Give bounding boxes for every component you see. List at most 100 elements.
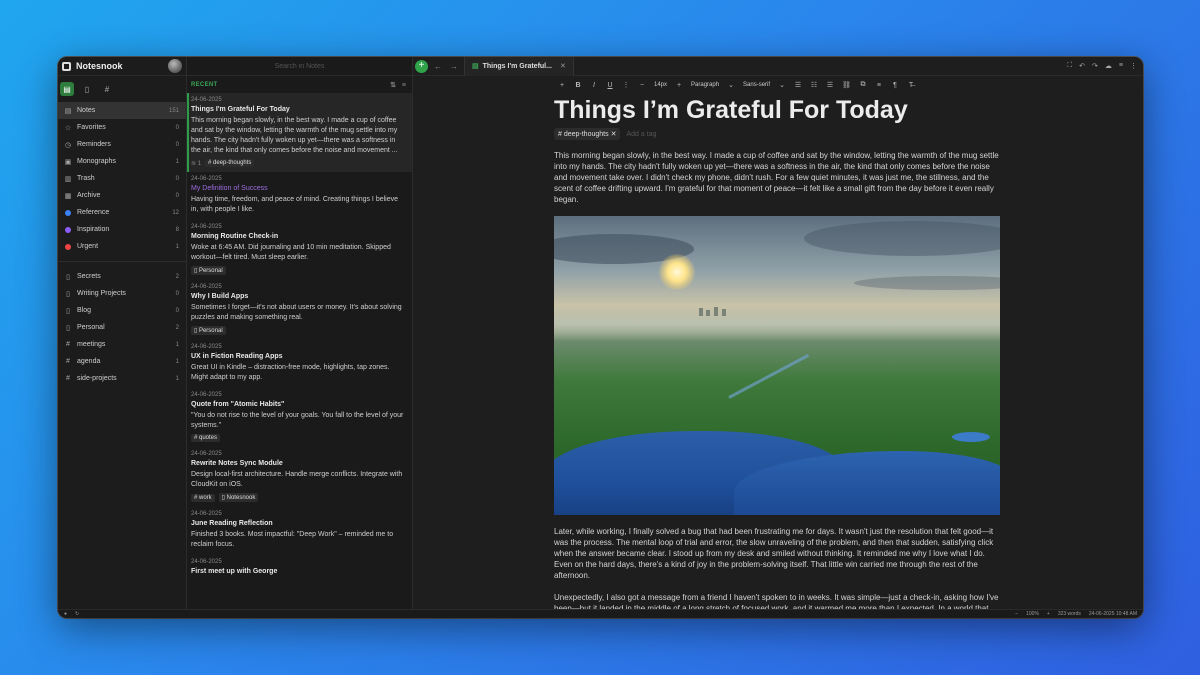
tag-chip[interactable]: # quotes [191,434,221,442]
tag-chip[interactable]: # deep-thoughts [205,159,255,167]
list-item[interactable]: 24-06-2025 Morning Routine Check-in Woke … [187,220,412,280]
tag-chip[interactable]: # deep-thoughts ✕ [554,128,621,140]
sidebar-item-monographs[interactable]: ▣ Monographs 1 [58,153,186,170]
sort-icon[interactable]: ⇅ ≡ [390,81,408,89]
block-type-select[interactable]: Paragraph [691,82,719,88]
chevron-down-icon[interactable]: ⌄ [778,81,786,89]
sidebar-item-label: Monographs [77,158,116,165]
notes-tab-icon[interactable]: ▤ [60,82,74,96]
tag-chip[interactable]: ▯ Notesnook [218,493,259,502]
notebooks-tab-icon[interactable]: ▯ [80,82,94,96]
notebook-icon: ▯ [66,273,70,281]
tag-chip[interactable]: ▯ Personal [191,266,226,275]
avatar[interactable] [168,59,182,73]
list-item[interactable]: 24-06-2025 UX in Fiction Reading Apps Gre… [187,340,412,388]
editor-content[interactable]: Things I’m Grateful For Today # deep-tho… [413,94,1143,609]
attachment-count: ≋ 1 [191,160,202,167]
sidebar-item-blog[interactable]: ▯ Blog 0 [58,302,186,319]
note-date: 24-06-2025 [191,176,222,182]
list-icon[interactable]: ≡ [1119,62,1123,70]
bold-icon[interactable]: B [574,82,582,89]
hash-icon: # [66,358,70,365]
note-tags: # work ▯ Notesnook [191,493,404,502]
sidebar-item-side-projects[interactable]: # side-projects 1 [58,370,186,387]
more-icon[interactable]: ⋮ [1130,62,1137,70]
item-count: 1 [175,158,179,165]
sidebar-item-secrets[interactable]: ▯ Secrets 2 [58,268,186,285]
note-date: 24-06-2025 [191,392,222,398]
sidebar-item-reference[interactable]: Reference 12 [58,204,186,221]
tags-tab-icon[interactable]: # [100,82,114,96]
sidebar-item-reminders[interactable]: ◷ Reminders 0 [58,136,186,153]
search-input[interactable] [187,62,412,70]
sidebar-item-personal[interactable]: ▯ Personal 2 [58,319,186,336]
align-icon[interactable]: ≡ [875,82,883,89]
fullscreen-icon[interactable]: ⛶ [1067,62,1072,70]
add-icon[interactable]: + [558,82,566,89]
zoom-level[interactable]: 100% [1026,611,1039,617]
editor: + ← → ▤ Things I'm Grateful... ✕ ⛶ ↶ ↷ ☁… [413,57,1143,609]
checklist-icon[interactable]: ☰ [826,81,834,89]
list-item[interactable]: 24-06-2025 Quote from "Atomic Habits" "Yo… [187,388,412,447]
sidebar-item-favorites[interactable]: ☆ Favorites 0 [58,119,186,136]
list-item[interactable]: 24-06-2025 June Reading Reflection Finish… [187,507,412,555]
list-item[interactable]: 24-06-2025 Why I Build Apps Sometimes I f… [187,280,412,340]
link-icon[interactable]: ⛓ [842,81,851,89]
sidebar-item-meetings[interactable]: # meetings 1 [58,336,186,353]
sync-status-icon[interactable]: ● [64,611,67,617]
chevron-down-icon[interactable]: ⌄ [727,81,735,89]
close-tab-icon[interactable]: ✕ [560,62,566,70]
copy-icon[interactable]: ⧉ [859,81,867,89]
item-count: 0 [175,175,179,182]
sun [659,254,695,290]
zoom-in-icon[interactable]: + [1047,611,1050,617]
font-size-select[interactable]: 14px [654,82,667,88]
increase-font-icon[interactable]: + [675,82,683,89]
refresh-icon[interactable]: ↻ [75,611,79,617]
note-tags: # quotes [191,434,404,442]
sidebar-item-agenda[interactable]: # agenda 1 [58,353,186,370]
clear-format-icon[interactable]: T̶ [907,82,915,89]
sidebar-item-urgent[interactable]: Urgent 1 [58,238,186,255]
tag-chip[interactable]: # work [191,493,215,502]
forward-arrow-icon[interactable]: → [448,62,460,71]
redo-icon[interactable]: ↷ [1092,62,1098,70]
sidebar: Notesnook ▤ ▯ # ▤ Notes 151 ☆ Favorites 0 ◷ Rem… [58,57,187,609]
note-title: June Reading Reflection [191,520,273,527]
tag-chip[interactable]: ▯ Personal [191,326,226,335]
font-family-select[interactable]: Sans-serif [743,82,770,88]
item-count: 0 [175,124,179,131]
trash-icon: ▥ [64,175,72,183]
note-title: Why I Build Apps [191,293,249,300]
tab-active-note[interactable]: ▤ Things I'm Grateful... ✕ [464,57,574,76]
list-item[interactable]: 24-06-2025 First meet up with George [187,555,412,583]
note-preview: Sometimes I forget—it's not about users … [191,304,402,321]
sidebar-item-inspiration[interactable]: Inspiration 8 [58,221,186,238]
note-date: 24-06-2025 [191,344,222,350]
list-item[interactable]: 24-06-2025 Things I'm Grateful For Today… [187,93,412,172]
new-note-button[interactable]: + [415,59,428,73]
note-title[interactable]: Things I’m Grateful For Today [554,95,1143,125]
numbered-list-icon[interactable]: ☷ [810,81,818,89]
item-count: 0 [175,290,179,297]
sidebar-item-writing-projects[interactable]: ▯ Writing Projects 0 [58,285,186,302]
undo-icon[interactable]: ↶ [1079,62,1085,70]
sidebar-item-trash[interactable]: ▥ Trash 0 [58,170,186,187]
underline-icon[interactable]: U [606,82,614,89]
more-format-icon[interactable]: ⋮ [622,81,630,89]
sidebar-item-archive[interactable]: ▦ Archive 0 [58,187,186,204]
back-arrow-icon[interactable]: ← [432,62,444,71]
notebook-icon: ▯ [66,307,70,315]
sidebar-item-notes[interactable]: ▤ Notes 151 [58,102,186,119]
decrease-font-icon[interactable]: − [638,82,646,89]
list-item[interactable]: 24-06-2025 My Definition of Success Havin… [187,172,412,220]
add-tag-input[interactable]: Add a tag [626,131,656,138]
note-title: Things I'm Grateful For Today [191,106,290,113]
sync-icon[interactable]: ☁ [1105,62,1112,70]
list-item[interactable]: 24-06-2025 Rewrite Notes Sync Module Desi… [187,447,412,507]
zoom-out-icon[interactable]: − [1015,611,1018,617]
italic-icon[interactable]: I [590,82,598,89]
sidebar-item-label: Trash [77,175,95,182]
paragraph-icon[interactable]: ¶ [891,82,899,89]
bullet-list-icon[interactable]: ☰ [794,81,802,89]
